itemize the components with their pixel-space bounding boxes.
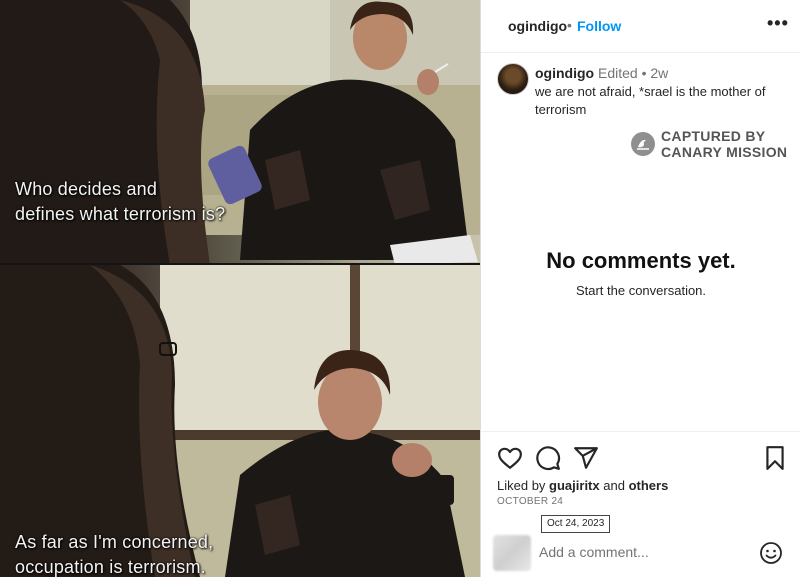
comment-bubble-icon[interactable] (535, 445, 561, 476)
post-actions (497, 445, 787, 471)
post-side-panel: ogindigo • Follow ••• ogindigo Edited • … (480, 0, 800, 577)
date-tooltip: Oct 24, 2023 (541, 515, 611, 533)
likes-prefix: Liked by (497, 478, 546, 493)
post-date[interactable]: OCTOBER 24 (497, 496, 563, 507)
subtitle-bottom-line-2: occupation is terrorism. (15, 557, 206, 577)
smiley-icon[interactable] (759, 541, 783, 570)
heart-icon[interactable] (497, 445, 523, 476)
caption-username[interactable]: ogindigo (535, 65, 594, 81)
canary-logo-icon (631, 132, 655, 156)
more-options-icon[interactable]: ••• (767, 13, 789, 34)
likes-summary: Liked by guajiritx and others (497, 478, 668, 493)
canary-mission-watermark: CAPTURED BY CANARY MISSION (631, 128, 800, 162)
caption-separator: • (641, 65, 647, 81)
bookmark-icon[interactable] (763, 445, 787, 476)
paper-plane-icon[interactable] (573, 445, 599, 476)
no-comments-title: No comments yet. (546, 248, 736, 273)
follow-button[interactable]: Follow (577, 18, 621, 34)
comment-input[interactable] (539, 542, 739, 562)
watermark-line-1: CAPTURED BY (661, 128, 766, 144)
watermark-line-2: CANARY MISSION (661, 144, 788, 160)
avatar[interactable] (497, 63, 529, 95)
start-conversation-text: Start the conversation. (575, 283, 707, 298)
likes-conjunction: and (603, 478, 625, 493)
watermark-text: CAPTURED BY CANARY MISSION (661, 128, 787, 160)
subtitle-top-line-1: Who decides and (15, 179, 158, 199)
video-still-bottom: As far as I'm concerned, occupation is t… (0, 265, 480, 577)
edited-label: Edited (597, 65, 638, 81)
subtitle-top: Who decides and defines what terrorism i… (15, 177, 315, 227)
liker-username[interactable]: guajiritx (549, 478, 600, 493)
blurred-avatar (493, 535, 531, 571)
likes-others-link[interactable]: others (629, 478, 669, 493)
header-separator: • (567, 17, 572, 33)
caption-meta-line: ogindigo Edited • 2w (535, 65, 668, 81)
subtitle-top-line-2: defines what terrorism is? (15, 204, 226, 224)
caption-text: we are not afraid, *srael is the mother … (535, 84, 766, 117)
actions-divider (481, 431, 800, 432)
post-media[interactable]: Who decides and defines what terrorism i… (0, 0, 480, 577)
comment-bar (481, 531, 800, 577)
subtitle-bottom-line-1: As far as I'm concerned, (15, 532, 214, 552)
subtitle-bottom: As far as I'm concerned, occupation is t… (15, 530, 275, 577)
header-username[interactable]: ogindigo (508, 18, 567, 34)
video-still-top: Who decides and defines what terrorism i… (0, 0, 480, 265)
post-header: ogindigo • Follow ••• (481, 0, 800, 53)
post-age[interactable]: 2w (650, 65, 668, 81)
